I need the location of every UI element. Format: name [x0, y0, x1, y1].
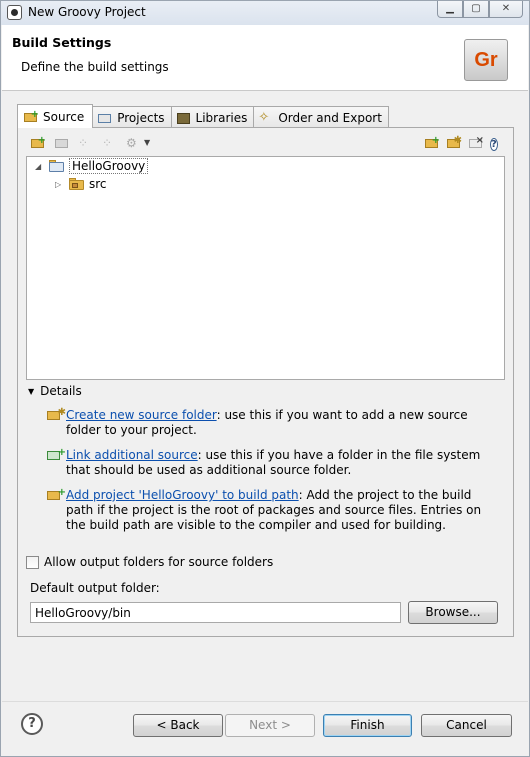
- close-button[interactable]: ✕: [489, 1, 523, 18]
- collapse-icon[interactable]: ◢: [35, 162, 45, 171]
- page-description: Define the build settings: [21, 60, 169, 74]
- footer-divider: [2, 701, 528, 702]
- tab-label: Source: [43, 109, 85, 124]
- detail-add-project: + Add project 'HelloGroovy' to build pat…: [46, 488, 501, 533]
- add-project-to-build-path-link[interactable]: Add project 'HelloGroovy' to build path: [66, 488, 299, 502]
- libraries-icon: [176, 111, 192, 125]
- minimize-button[interactable]: ▁: [437, 1, 463, 18]
- allow-output-folders-checkbox[interactable]: [26, 555, 39, 569]
- project-folder-icon: [49, 159, 65, 173]
- add-folder-icon[interactable]: +: [30, 136, 46, 152]
- wizard-header: Build Settings Define the build settings…: [2, 25, 528, 91]
- new-source-folder-icon: ✱: [46, 408, 66, 424]
- dropdown-arrow-icon[interactable]: ▼: [144, 136, 160, 152]
- tab-label: Order and Export: [278, 110, 382, 125]
- window-controls: ▁ ▢ ✕: [437, 1, 523, 18]
- remove-icon[interactable]: ×: [468, 136, 484, 152]
- projects-icon: [97, 111, 113, 125]
- tree-row-src[interactable]: ▷ src: [55, 175, 107, 193]
- help-small-icon[interactable]: ?: [490, 136, 506, 152]
- tab-label: Projects: [117, 110, 165, 125]
- add-project-icon: +: [46, 488, 66, 504]
- link-additional-source-link[interactable]: Link additional source: [66, 448, 198, 462]
- source-tab-panel: + ⁘ ⁘ ⚙ ▼ + ✱ × ? ◢ HelloGroovy ▷ src ▼ …: [17, 127, 514, 637]
- back-button[interactable]: < Back: [133, 714, 223, 737]
- maximize-button[interactable]: ▢: [463, 1, 489, 18]
- expanded-triangle-icon: ▼: [28, 386, 35, 396]
- cancel-button[interactable]: Cancel: [421, 714, 512, 737]
- allow-output-folders-option[interactable]: Allow output folders for source folders: [26, 555, 273, 569]
- source-icon: +: [23, 109, 39, 124]
- wizard-window: New Groovy Project ▁ ▢ ✕ Build Settings …: [0, 0, 530, 757]
- package-folder-icon: [69, 177, 85, 191]
- details-section-header[interactable]: ▼ Details: [28, 384, 82, 398]
- source-folder-tree[interactable]: ◢ HelloGroovy ▷ src: [26, 156, 505, 380]
- detail-create-folder: ✱ Create new source folder: use this if …: [46, 408, 501, 438]
- exclude-icon[interactable]: ⁘: [102, 136, 118, 152]
- tree-row-project[interactable]: ◢ HelloGroovy: [35, 157, 149, 175]
- page-title: Build Settings: [12, 35, 112, 50]
- browse-button[interactable]: Browse...: [408, 601, 498, 624]
- details-heading: Details: [40, 384, 82, 398]
- remove-folder-icon[interactable]: [54, 136, 70, 152]
- help-icon[interactable]: ?: [21, 713, 43, 735]
- include-icon[interactable]: ⁘: [78, 136, 94, 152]
- tab-label: Libraries: [195, 110, 248, 125]
- order-export-icon: ✧: [258, 109, 270, 125]
- title-bar: New Groovy Project ▁ ▢ ✕: [1, 1, 529, 25]
- tab-libraries[interactable]: Libraries: [170, 106, 255, 128]
- groovy-logo-icon: Gr: [464, 39, 508, 81]
- tab-source[interactable]: + Source: [17, 104, 94, 128]
- expand-icon[interactable]: ▷: [55, 180, 65, 189]
- detail-link-source: + Link additional source: use this if yo…: [46, 448, 501, 478]
- allow-output-folders-label: Allow output folders for source folders: [44, 555, 274, 569]
- tab-bar: + Source Projects Libraries ✧ Order and …: [17, 104, 389, 128]
- new-source-folder-icon[interactable]: ✱: [446, 136, 462, 152]
- link-source-icon[interactable]: +: [424, 136, 440, 152]
- output-folder-label: Default output folder:: [30, 581, 160, 595]
- tab-projects[interactable]: Projects: [92, 106, 172, 128]
- link-source-icon: +: [46, 448, 66, 464]
- finish-button[interactable]: Finish: [323, 714, 412, 737]
- output-folder-field[interactable]: [30, 602, 401, 623]
- next-button[interactable]: Next >: [225, 714, 315, 737]
- configure-icon[interactable]: ⚙: [126, 136, 142, 152]
- tree-label-project: HelloGroovy: [69, 158, 149, 174]
- window-title: New Groovy Project: [28, 5, 146, 19]
- eclipse-app-icon: [7, 5, 22, 20]
- create-source-folder-link[interactable]: Create new source folder: [66, 408, 217, 422]
- source-toolbar: + ⁘ ⁘ ⚙ ▼ + ✱ × ?: [26, 134, 506, 154]
- tab-order-and-export[interactable]: ✧ Order and Export: [253, 106, 389, 128]
- tree-label-src: src: [89, 177, 107, 191]
